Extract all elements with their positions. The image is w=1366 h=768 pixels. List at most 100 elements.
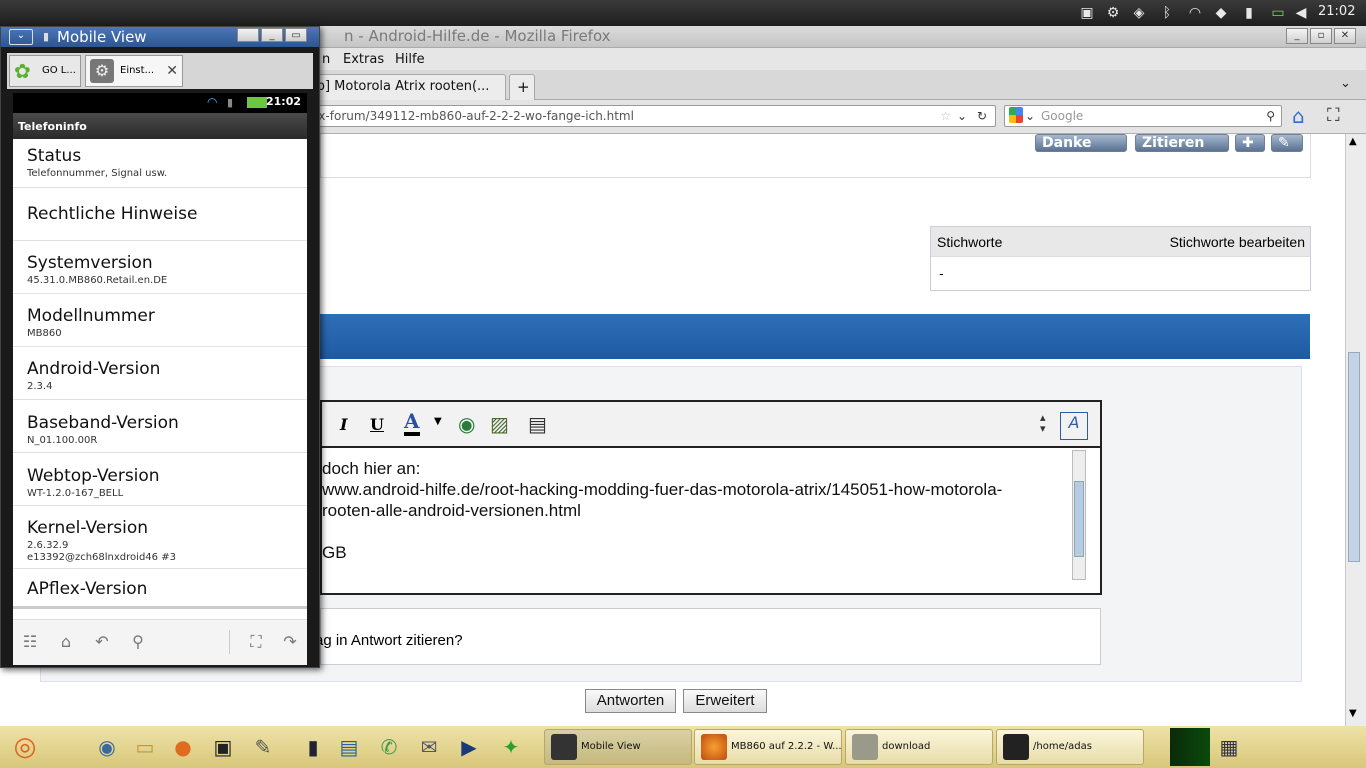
signal-bars-icon[interactable]: ▮	[1240, 4, 1258, 22]
scroll-down-icon[interactable]: ▼	[1349, 708, 1357, 719]
dialer-icon[interactable]: ✆	[372, 730, 406, 764]
text-color-icon[interactable]: A	[404, 410, 420, 436]
home-icon[interactable]: ⌂	[55, 632, 77, 654]
engine-dropdown-icon[interactable]: ⌄	[1025, 106, 1035, 126]
quote-icon[interactable]: ▤	[528, 412, 547, 436]
tab-einstellungen[interactable]: ⚙ Einst... ✕	[85, 55, 183, 87]
editor-line: www.android-hilfe.de/root-hacking-moddin…	[322, 480, 1003, 499]
bookmark-star-icon[interactable]: ☆	[940, 106, 951, 126]
minimize-button[interactable]: _	[1286, 28, 1308, 44]
tab-list-chevron-icon[interactable]: ⌄	[1340, 76, 1351, 91]
list-item-model[interactable]: Modellnummer MB860	[13, 294, 307, 347]
toggle-wysiwyg-icon[interactable]: A	[1060, 412, 1088, 440]
media-player-icon[interactable]: ▶	[452, 730, 486, 764]
tab-go-launcher[interactable]: ✿ GO L...	[9, 55, 81, 87]
network-manager-icon[interactable]: ◉	[90, 730, 124, 764]
list-item-system-version[interactable]: Systemversion 45.31.0.MB860.Retail.en.DE	[13, 241, 307, 294]
multiquote-button[interactable]: ✚	[1235, 134, 1265, 152]
mobile-shade-button[interactable]	[237, 28, 259, 42]
danke-button[interactable]: Danke	[1035, 134, 1127, 152]
zitieren-button[interactable]: Zitieren	[1135, 134, 1229, 152]
page-scrollbar[interactable]: ▲ ▼	[1345, 134, 1362, 726]
list-item-webtop[interactable]: Webtop-Version WT-1.2.0-167_BELL	[13, 453, 307, 506]
window-menu-icon[interactable]: ⌄	[9, 29, 33, 45]
volume-icon[interactable]: ◀	[1292, 4, 1310, 22]
edit-tags-link[interactable]: Stichworte bearbeiten	[1170, 234, 1305, 250]
url-bar[interactable]: ix-forum/349112-mb860-auf-2-2-2-wo-fange…	[300, 105, 996, 127]
task-firefox[interactable]: MB860 auf 2.2.2 - W...	[694, 729, 842, 765]
search-icon[interactable]: ⚲	[127, 632, 149, 654]
maximize-button[interactable]: ▫	[1310, 28, 1332, 44]
system-monitor-graph[interactable]	[1170, 728, 1210, 766]
tags-title: Stichworte	[937, 234, 1003, 250]
page-scroll-thumb[interactable]	[1348, 352, 1360, 562]
list-item-apflex[interactable]: APflex-Version	[13, 569, 307, 609]
network-workgroup-icon[interactable]: ▦	[1212, 730, 1246, 764]
new-tab-button[interactable]: +	[509, 74, 535, 100]
mobile-view-titlebar[interactable]: ⌄ ▮ Mobile View _ ▭	[1, 27, 319, 47]
list-item-status[interactable]: Status Telefonnummer, Signal usw.	[13, 139, 307, 188]
binoculars-icon[interactable]: ⚲	[1266, 106, 1275, 126]
menu-item-truncated[interactable]: n	[322, 52, 330, 67]
quote-option-label[interactable]: ag in Antwort zitieren?	[315, 632, 463, 649]
screenshot-icon[interactable]: ⛶	[245, 632, 267, 654]
contacts-icon[interactable]: ▤	[332, 730, 366, 764]
task-terminal[interactable]: /home/adas	[996, 729, 1144, 765]
menu-item-hilfe[interactable]: Hilfe	[395, 52, 425, 67]
editor-scroll-thumb[interactable]	[1074, 481, 1084, 557]
list-item-legal[interactable]: Rechtliche Hinweise	[13, 188, 307, 241]
editor-textarea[interactable]: doch hier an: www.android-hilfe.de/root-…	[322, 450, 1074, 580]
text-editor-icon[interactable]: ✎	[246, 730, 280, 764]
back-icon[interactable]: ↶	[91, 632, 113, 654]
ubuntu-menu-icon[interactable]: ◎	[8, 730, 42, 764]
battery-icon[interactable]: ▭	[1266, 4, 1290, 22]
antworten-button[interactable]: Antworten	[585, 689, 676, 713]
runner-icon[interactable]: ✦	[494, 730, 528, 764]
editor-scrollbar[interactable]	[1072, 450, 1086, 580]
menu-item-extras[interactable]: Extras	[343, 52, 384, 67]
reload-icon[interactable]: ↻	[977, 106, 987, 126]
scroll-up-icon[interactable]: ▲	[1349, 136, 1357, 147]
phone-app-icon: ▮	[43, 30, 50, 43]
firefox-task-icon	[701, 734, 727, 760]
url-dropdown-icon[interactable]: ⌄	[957, 106, 967, 126]
insert-image-icon[interactable]: ▨	[490, 412, 509, 436]
resize-editor-icon[interactable]: ▴ ▾	[1040, 412, 1046, 434]
search-input[interactable]: ⌄ Google ⚲	[1004, 105, 1282, 127]
wifi-icon[interactable]: ◠	[1186, 4, 1204, 22]
dropbox-icon[interactable]: ◆	[1212, 4, 1230, 22]
terminal-icon[interactable]: ▣	[206, 730, 240, 764]
underline-icon[interactable]: U	[370, 415, 384, 434]
close-tab-icon[interactable]: ✕	[166, 56, 178, 86]
quick-reply-button[interactable]: ✎	[1271, 134, 1303, 152]
text-color-dropdown-icon[interactable]: ▼	[434, 416, 442, 427]
tab-motorola-atrix[interactable]: o] Motorola Atrix rooten(...	[310, 74, 506, 100]
bluetooth-icon[interactable]: ᛒ	[1158, 4, 1176, 22]
mobile-minimize-button[interactable]: _	[261, 28, 283, 42]
phone-icon[interactable]: ▮	[296, 730, 330, 764]
task-mobile-view[interactable]: Mobile View	[544, 729, 692, 765]
network-icon[interactable]: ◈	[1130, 4, 1148, 22]
mobile-maximize-button[interactable]: ▭	[285, 28, 307, 42]
erweitert-button[interactable]: Erweitert	[683, 689, 767, 713]
list-item-kernel[interactable]: Kernel-Version 2.6.32.9 e13392@zch68lnxd…	[13, 506, 307, 569]
editor-line: doch hier an:	[322, 459, 421, 478]
home-icon[interactable]: ⌂	[1292, 104, 1305, 128]
menu-icon[interactable]: ☷	[19, 632, 41, 654]
google-engine-icon[interactable]	[1009, 107, 1023, 123]
fullscreen-icon[interactable]: ⛶	[1327, 105, 1340, 126]
danke-label: Danke	[1042, 135, 1092, 151]
file-manager-icon[interactable]: ▭	[128, 730, 162, 764]
insert-link-icon[interactable]: ◉	[458, 412, 475, 436]
close-button[interactable]: ✕	[1334, 28, 1356, 44]
rotate-icon[interactable]: ↷	[279, 632, 301, 654]
list-item-android-version[interactable]: Android-Version 2.3.4	[13, 347, 307, 400]
clock[interactable]: 21:02	[1318, 4, 1355, 19]
settings-gear-icon[interactable]: ⚙	[1104, 4, 1122, 22]
firefox-icon[interactable]: ●	[166, 730, 200, 764]
list-item-baseband[interactable]: Baseband-Version N_01.100.00R	[13, 400, 307, 453]
italic-icon[interactable]: I	[340, 415, 347, 434]
task-download[interactable]: download	[845, 729, 993, 765]
monitor-icon[interactable]: ▣	[1078, 4, 1096, 22]
mail-icon[interactable]: ✉	[412, 730, 446, 764]
